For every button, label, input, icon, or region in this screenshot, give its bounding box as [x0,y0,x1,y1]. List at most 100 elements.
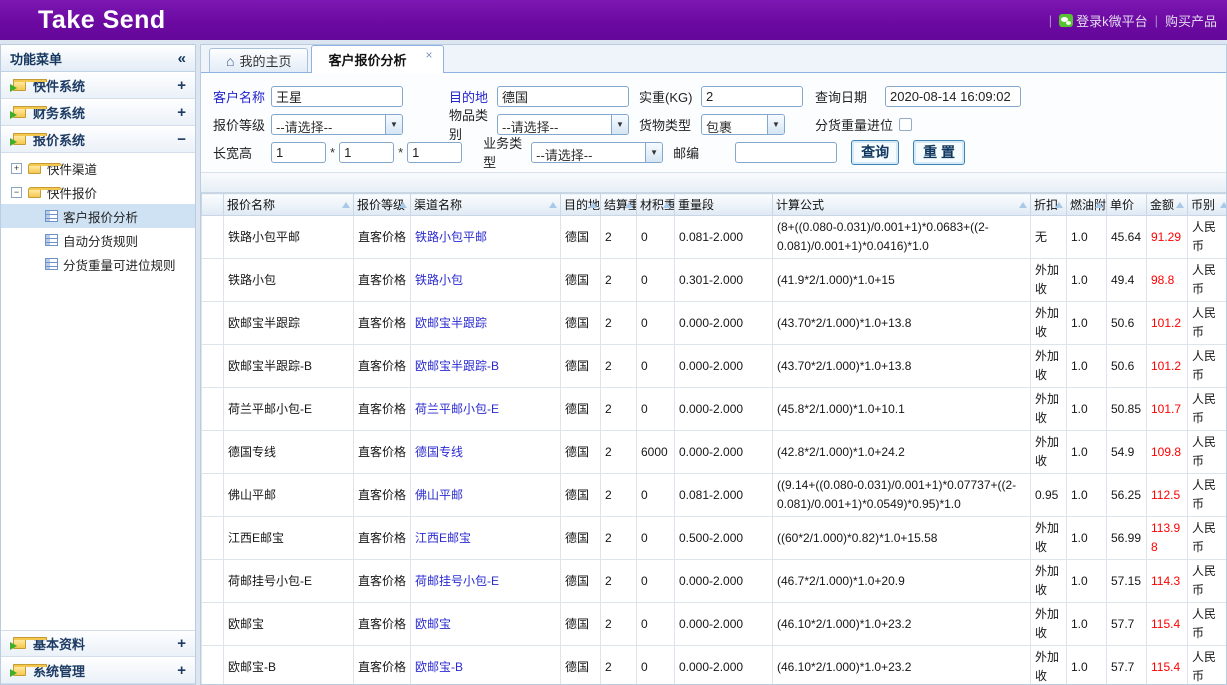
query-date-input[interactable] [885,86,1021,107]
cell-amount: 109.8 [1147,431,1188,474]
expand-plus-icon[interactable]: + [177,77,186,94]
length-input[interactable] [271,142,326,163]
sidebar-group-express-system[interactable]: 快件系统 + [1,72,195,99]
width-input[interactable] [339,142,394,163]
cell-discount: 无 [1031,216,1067,259]
sidebar-group-system-manage[interactable]: 系统管理 + [1,657,195,684]
tree-children: 客户报价分析自动分货规则分货重量可进位规则 [1,204,195,276]
cell-select [202,517,224,560]
tree-collapse-icon[interactable]: − [11,187,22,198]
cell-channel-name[interactable]: 欧邮宝-B [411,646,561,685]
tree-node-express-channel[interactable]: + 快件渠道 [1,156,195,180]
cell-billed-weight: 2 [601,431,637,474]
cell-amount: 113.98 [1147,517,1188,560]
cell-channel-name[interactable]: 荷邮挂号小包-E [411,560,561,603]
cell-weight-range: 0.081-2.000 [675,216,773,259]
sort-asc-icon[interactable] [1055,202,1063,208]
col-header-label: 报价等级 [357,198,405,212]
quote-grade-select[interactable]: --请选择-- ▼ [271,114,403,135]
destination-input[interactable] [497,86,629,107]
expand-plus-icon[interactable]: + [177,104,186,121]
cell-channel-name[interactable]: 欧邮宝 [411,603,561,646]
col-header-fuel-surcharge[interactable]: 燃油附加 [1067,194,1107,216]
sidebar-group-quote-system[interactable]: 报价系统 − [1,126,195,153]
close-tab-icon[interactable]: × [426,48,433,62]
cell-currency: 人民币 [1188,345,1227,388]
carry-weight-checkbox[interactable] [899,118,912,131]
sidebar-group-finance-system[interactable]: 财务系统 + [1,99,195,126]
col-header-volume-weight[interactable]: 材积重 [637,194,675,216]
cell-amount: 114.3 [1147,560,1188,603]
tree-node-express-quote[interactable]: − 快件报价 [1,180,195,204]
search-button[interactable]: 查询 [851,140,899,165]
col-header-currency[interactable]: 币别 [1188,194,1227,216]
expand-plus-icon[interactable]: + [177,662,186,679]
cell-destination: 德国 [561,345,601,388]
reset-button[interactable]: 重 置 [913,140,965,165]
col-header-discount[interactable]: 折扣 [1031,194,1067,216]
expand-plus-icon[interactable]: + [177,635,186,652]
zip-input[interactable] [735,142,837,163]
height-input[interactable] [407,142,462,163]
item-category-select[interactable]: --请选择-- ▼ [497,114,629,135]
tree-node-label: 快件报价 [47,183,97,202]
cell-channel-name[interactable]: 欧邮宝半跟踪-B [411,345,561,388]
cell-billed-weight: 2 [601,216,637,259]
cell-channel-name[interactable]: 江西E邮宝 [411,517,561,560]
login-kwei-link[interactable]: 登录k微平台 [1059,11,1148,30]
sort-asc-icon[interactable] [589,202,597,208]
buy-product-label: 购买产品 [1165,11,1217,30]
sort-asc-icon[interactable] [663,202,671,208]
col-header-quote-name[interactable]: 报价名称 [224,194,354,216]
buy-product-link[interactable]: 购买产品 [1165,11,1217,30]
sort-asc-icon[interactable] [399,202,407,208]
col-header-formula[interactable]: 计算公式 [773,194,1031,216]
col-header-quote-grade[interactable]: 报价等级 [354,194,411,216]
col-header-destination[interactable]: 目的地 [561,194,601,216]
cell-channel-name[interactable]: 铁路小包平邮 [411,216,561,259]
sort-asc-icon[interactable] [1019,202,1027,208]
sort-asc-icon[interactable] [1095,202,1103,208]
cell-discount: 外加收 [1031,603,1067,646]
cell-destination: 德国 [561,302,601,345]
collapse-minus-icon[interactable]: − [177,131,186,148]
cell-channel-name[interactable]: 德国专线 [411,431,561,474]
tab-customer-quote-analysis[interactable]: 客户报价分析 × [311,45,443,73]
cell-billed-weight: 2 [601,646,637,685]
sort-asc-icon[interactable] [549,202,557,208]
cell-weight-range: 0.000-2.000 [675,345,773,388]
cargo-type-select[interactable]: 包裹 ▼ [701,114,785,135]
actual-weight-input[interactable] [701,86,803,107]
sidebar-group-basic-data[interactable]: 基本资料 + [1,630,195,657]
col-header-channel-name[interactable]: 渠道名称 [411,194,561,216]
tree-leaf-auto-distribute-rule[interactable]: 自动分货规则 [1,228,195,252]
cell-fuel-surcharge: 1.0 [1067,603,1107,646]
cell-quote-name: 欧邮宝半跟踪 [224,302,354,345]
cell-fuel-surcharge: 1.0 [1067,431,1107,474]
cell-channel-name[interactable]: 佛山平邮 [411,474,561,517]
col-header-unit-price[interactable]: 单价 [1107,194,1147,216]
col-header-amount[interactable]: 金额 [1147,194,1188,216]
sort-asc-icon[interactable] [342,202,350,208]
sort-asc-icon[interactable] [1220,202,1226,208]
col-header-weight-range[interactable]: 重量段 [675,194,773,216]
cell-quote-grade: 直客价格 [354,603,411,646]
cell-billed-weight: 2 [601,603,637,646]
tab-my-home[interactable]: ⌂ 我的主页 [209,48,308,72]
cell-fuel-surcharge: 1.0 [1067,646,1107,685]
table-row: 欧邮宝半跟踪直客价格欧邮宝半跟踪德国200.000-2.000(43.70*2/… [202,302,1227,345]
collapse-sidebar-icon[interactable]: « [178,50,186,67]
col-header-billed-weight[interactable]: 结算重 [601,194,637,216]
sort-asc-icon[interactable] [1176,202,1184,208]
tree-leaf-customer-quote-analysis[interactable]: 客户报价分析 [1,204,195,228]
tree-leaf-distribute-weight-carry-rule[interactable]: 分货重量可进位规则 [1,252,195,276]
customer-name-input[interactable] [271,86,403,107]
cell-channel-name[interactable]: 欧邮宝半跟踪 [411,302,561,345]
table-row: 铁路小包平邮直客价格铁路小包平邮德国200.081-2.000(8+((0.08… [202,216,1227,259]
tree-expand-icon[interactable]: + [11,163,22,174]
cell-channel-name[interactable]: 荷兰平邮小包-E [411,388,561,431]
sort-asc-icon[interactable] [625,202,633,208]
business-type-select[interactable]: --请选择-- ▼ [531,142,663,163]
cell-currency: 人民币 [1188,603,1227,646]
cell-channel-name[interactable]: 铁路小包 [411,259,561,302]
